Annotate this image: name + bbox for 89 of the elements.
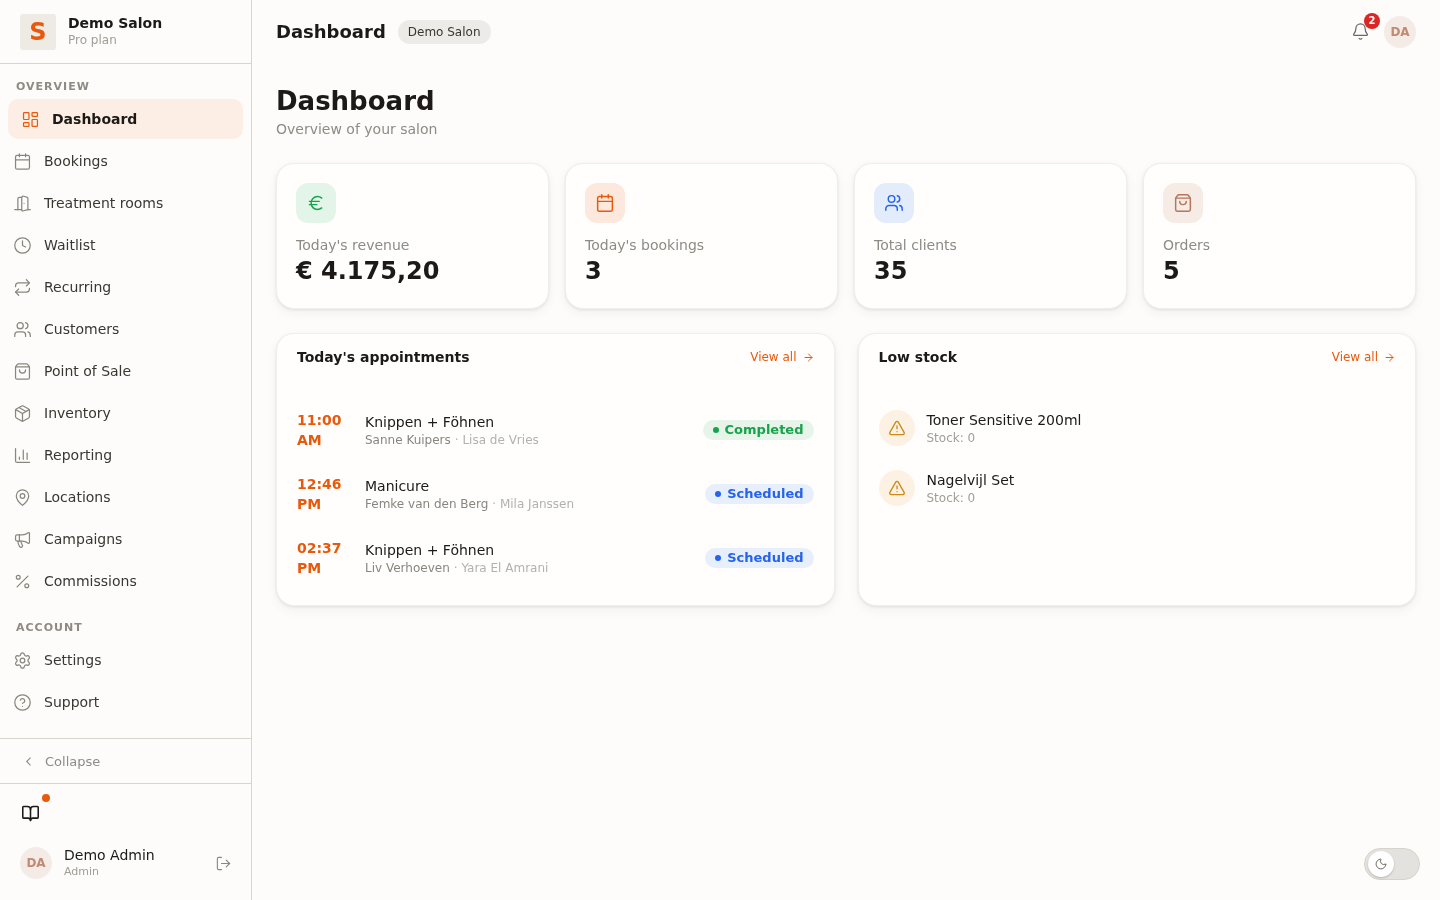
- theme-switch[interactable]: [1364, 848, 1420, 880]
- stat-label: Orders: [1163, 237, 1212, 254]
- help-icon: [14, 693, 31, 711]
- appointment-time: 12:46 PM: [297, 475, 343, 514]
- sidebar-item[interactable]: Campaigns: [8, 519, 243, 559]
- package-icon: [14, 404, 31, 422]
- appointment-time: 02:37 PM: [297, 539, 343, 578]
- stat-value: 35: [874, 256, 909, 286]
- topbar-title: Dashboard: [276, 21, 386, 42]
- stat-label: Today's revenue: [296, 237, 411, 254]
- service-name: Knippen + Föhnen: [365, 413, 496, 432]
- stock-count: Stock: 0: [926, 490, 977, 506]
- sidebar-item[interactable]: Waitlist: [8, 225, 243, 265]
- user-avatar: DA: [20, 847, 52, 879]
- service-name: Manicure: [365, 477, 431, 496]
- calendar-icon: [14, 152, 31, 170]
- appointment-time: 11:00 AM: [297, 411, 343, 450]
- repeat-arrows-icon: [14, 278, 31, 296]
- door-icon: [14, 194, 31, 212]
- logo: S: [20, 13, 56, 50]
- warning-icon: [878, 470, 915, 506]
- stock-count: Stock: 0: [926, 430, 977, 446]
- clock-icon: [14, 236, 31, 254]
- logout-button[interactable]: [216, 855, 231, 871]
- workspace-pill: Demo Salon: [397, 19, 491, 44]
- staff-name: · Lisa de Vries: [454, 432, 539, 448]
- sidebar-item[interactable]: Support: [8, 682, 243, 722]
- book-icon: [21, 804, 39, 822]
- calendar-icon: [585, 183, 625, 223]
- customer-name: Sanne Kuipers: [365, 432, 451, 448]
- shopping-bag-icon: [1163, 183, 1203, 223]
- notification-count: 2: [1364, 12, 1380, 29]
- section-title: ACCOUNT: [15, 620, 84, 636]
- warning-icon: [878, 410, 915, 446]
- megaphone-icon: [14, 530, 31, 548]
- status-text: Scheduled: [727, 550, 804, 566]
- customer-name: Femke van den Berg: [365, 496, 489, 512]
- bell-icon: [1351, 23, 1369, 40]
- status-text: Completed: [724, 422, 804, 438]
- stat-label: Today's bookings: [585, 237, 706, 254]
- stat-value: 3: [585, 256, 603, 286]
- sidebar-item[interactable]: Settings: [8, 640, 243, 680]
- product-name: Nagelvijl Set: [926, 471, 1015, 490]
- sidebar-item[interactable]: Point of Sale: [8, 351, 243, 391]
- bar-chart-icon: [14, 446, 31, 464]
- sidebar-item[interactable]: Reporting: [8, 435, 243, 475]
- settings-icon: [14, 651, 31, 669]
- status-text: Scheduled: [727, 486, 804, 502]
- brand-name: Demo Salon: [68, 15, 163, 32]
- sidebar-item[interactable]: Inventory: [8, 393, 243, 433]
- sidebar-item[interactable]: Recurring: [8, 267, 243, 307]
- status-dot-icon: [712, 427, 719, 433]
- moon-icon: [1368, 851, 1394, 877]
- stat-value: € 4.175,20: [296, 256, 441, 286]
- card-title: Low stock: [878, 349, 958, 365]
- page-title: Dashboard: [276, 85, 436, 117]
- service-name: Knippen + Föhnen: [365, 541, 496, 560]
- users-icon: [874, 183, 914, 223]
- users-icon: [14, 320, 31, 338]
- logout-icon: [216, 855, 231, 871]
- card-title: Today's appointments: [297, 349, 470, 365]
- arrow-right-icon: [802, 351, 814, 363]
- dashboard-grid-icon: [22, 110, 39, 128]
- sidebar-item[interactable]: Dashboard: [8, 99, 243, 139]
- section-title: OVERVIEW: [15, 79, 91, 95]
- map-pin-icon: [14, 488, 31, 506]
- view-all-link[interactable]: View all: [1331, 350, 1395, 364]
- sidebar-item[interactable]: Treatment rooms: [8, 183, 243, 223]
- user-name: Demo Admin: [64, 847, 156, 864]
- plan-label: Pro plan: [68, 32, 118, 48]
- customer-name: Liv Verhoeven: [365, 560, 450, 576]
- view-all-link[interactable]: View all: [750, 350, 814, 364]
- percent-icon: [14, 572, 31, 590]
- user-role: Admin: [64, 864, 101, 879]
- sidebar-item[interactable]: Commissions: [8, 561, 243, 601]
- sidebar-item[interactable]: Locations: [8, 477, 243, 517]
- arrow-right-icon: [1384, 351, 1395, 363]
- sidebar-item[interactable]: Bookings: [8, 141, 243, 181]
- stat-value: 5: [1163, 256, 1181, 286]
- shopping-bag-icon: [14, 362, 31, 380]
- staff-name: · Yara El Amrani: [453, 560, 549, 576]
- stat-label: Total clients: [874, 237, 958, 254]
- page-subtitle: Overview of your salon: [276, 120, 439, 139]
- status-dot-icon: [715, 555, 722, 561]
- status-dot-icon: [715, 491, 722, 497]
- product-name: Toner Sensitive 200ml: [926, 411, 1082, 430]
- staff-name: · Mila Janssen: [492, 496, 575, 512]
- sidebar-item[interactable]: Customers: [8, 309, 243, 349]
- euro-icon: [296, 183, 336, 223]
